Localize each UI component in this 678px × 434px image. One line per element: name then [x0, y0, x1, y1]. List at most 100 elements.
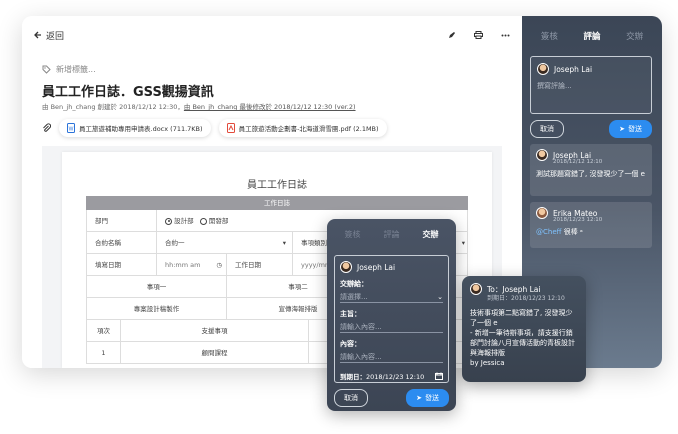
attachment-docx[interactable]: W 員工旅遊補助專用申請表.docx (711.7KB) [59, 119, 211, 137]
task-due: 到期日：2018/12/23 12:10 [487, 295, 565, 302]
due-value: 2018/12/23 12:10 [366, 373, 425, 381]
task-author: by Jessica [470, 359, 505, 367]
tab-assign[interactable]: 交辦 [423, 229, 439, 240]
comment-time: 2018/12/12 12:10 [553, 159, 603, 165]
form-title: 員工工作日誌 [247, 180, 307, 191]
task-detail: - 新增一筆待辦事項，請支援行銷部門討論八月宣傳活動的青板設計與海報排版 [470, 329, 575, 357]
cancel-button[interactable]: 取消 [530, 120, 564, 138]
popup-tabs: 簽核 評論 交辦 [327, 219, 456, 240]
send-icon: ➤ [619, 125, 625, 133]
stage: 返回 新增標籤... 員工工作日誌．GSS觀揚資訊 由 Ben_jh_chang… [0, 0, 678, 434]
attachment-name: 員工旅遊活動企劃書-北海道滑雪團.pdf (2.1MB) [238, 125, 379, 133]
content-input[interactable]: 請輸入內容... [340, 351, 443, 363]
send-button[interactable]: ➤ 發送 [609, 120, 652, 138]
assign-to-placeholder: 請選擇... [340, 292, 368, 301]
contract-label: 合約名稱 [87, 232, 157, 254]
avatar [536, 207, 548, 219]
print-icon[interactable] [474, 31, 483, 39]
comment-text: 很棒 ॰ [561, 228, 583, 236]
edit-icon[interactable] [448, 31, 456, 39]
form-section-bar: 工作日誌 [86, 196, 468, 210]
comment-body: @Cheff 很棒 ॰ [536, 227, 646, 237]
assign-to-select[interactable]: 請選擇... ⌄ [340, 291, 443, 303]
comment-item: Erika Mateo 2018/12/23 12:10 @Cheff 很棒 ॰ [530, 202, 652, 248]
seq-label: 項次 [87, 320, 121, 342]
subject-label: 主旨： [340, 310, 361, 318]
avatar [470, 283, 482, 295]
radio-selected-icon[interactable] [165, 217, 172, 225]
send-label: 發送 [628, 125, 642, 133]
radio-empty-icon[interactable] [199, 217, 207, 225]
avatar [536, 149, 548, 161]
task-notification[interactable]: To：Joseph Lai 到期日：2018/12/23 12:10 技術事項第… [462, 276, 586, 382]
task-body: 技術事項第二點寫錯了, 沒發現少了一個 e [470, 309, 573, 327]
dept-label: 部門 [87, 210, 157, 232]
send-label: 發送 [425, 394, 439, 402]
popup-actions: 取消 ➤ 發送 [334, 389, 449, 407]
tab-approve[interactable]: 簽核 [541, 30, 558, 42]
chevron-down-icon: ▾ [282, 239, 286, 247]
time-input[interactable]: hh:mm am ◷ [157, 254, 227, 276]
page-title: 員工工作日誌．GSS觀揚資訊 [42, 85, 214, 100]
back-button[interactable]: 返回 [34, 29, 64, 42]
due-label: 到期日： [340, 373, 366, 381]
content-label: 內容： [340, 340, 361, 348]
tab-comment[interactable]: 評論 [583, 30, 600, 42]
meta-modified-link[interactable]: 由 Ben_jh_chang 最後修改於 2018/12/12 12:30 (v… [184, 103, 356, 111]
due-date-field[interactable]: 到期日：2018/12/23 12:10 [340, 371, 443, 381]
sidebar-tabs: 簽核 評論 交辦 [522, 16, 662, 42]
item1-value: 專案設計稿製作 [87, 298, 227, 320]
comment-composer[interactable]: Joseph Lai 撰寫評論... [530, 56, 652, 114]
workdate-label: 工作日期 [227, 254, 293, 276]
paperclip-icon [42, 123, 51, 133]
attachment-pdf[interactable]: 員工旅遊活動企劃書-北海道滑雪團.pdf (2.1MB) [218, 119, 387, 137]
subject-placeholder: 請輸入內容... [340, 322, 382, 331]
chevron-down-icon: ▾ [461, 239, 465, 247]
mention-link[interactable]: @Cheff [536, 228, 561, 236]
attachments: W 員工旅遊補助專用申請表.docx (711.7KB) 員工旅遊活動企劃書-北… [42, 119, 387, 137]
clock-icon: ◷ [216, 261, 222, 269]
comment-time: 2018/12/23 12:10 [553, 217, 603, 223]
subject-input[interactable]: 請輸入內容... [340, 321, 443, 333]
tab-assign[interactable]: 交辦 [626, 30, 643, 42]
support-value: 顧問課程 [121, 342, 309, 364]
send-button[interactable]: ➤ 發送 [406, 389, 449, 407]
tab-approve[interactable]: 簽核 [345, 229, 361, 240]
assign-to-label: 交辦給： [340, 280, 368, 288]
calendar-icon[interactable] [435, 372, 443, 380]
time-value: hh:mm am [165, 261, 201, 269]
composer-actions: 取消 ➤ 發送 [530, 120, 652, 138]
seq-value: 1 [87, 342, 121, 364]
back-label: 返回 [46, 31, 65, 42]
toolbar: 返回 [34, 28, 510, 42]
assign-popup: 簽核 評論 交辦 Joseph Lai 交辦給： 請選擇... ⌄ 主旨： 請輸入… [327, 219, 456, 411]
dept-option-dev: 開發部 [208, 217, 229, 225]
item1-label: 事項一 [87, 276, 227, 298]
pdf-file-icon [226, 123, 235, 133]
date-label: 填寫日期 [87, 254, 157, 276]
svg-text:W: W [69, 127, 74, 133]
tag-icon [42, 65, 51, 74]
comment-body: 測試那題寫錯了, 沒發現少了一個 e [536, 170, 645, 178]
tab-comment[interactable]: 評論 [384, 229, 400, 240]
tag-placeholder: 新增標籤... [56, 65, 96, 74]
contract-select[interactable]: 合約一 ▾ [157, 232, 293, 254]
assign-user: Joseph Lai [340, 261, 443, 273]
avatar [537, 63, 549, 75]
meta-created: 由 Ben_jh_chang 創建於 2018/12/12 12:30， [42, 103, 184, 111]
tag-input[interactable]: 新增標籤... [42, 64, 96, 75]
more-icon[interactable] [501, 34, 510, 37]
comment-input[interactable]: 撰寫評論... [537, 81, 645, 91]
support-label: 支援事項 [121, 320, 309, 342]
assign-user-name: Joseph Lai [357, 262, 396, 272]
word-file-icon: W [67, 123, 75, 133]
chevron-down-icon: ⌄ [437, 292, 443, 301]
composer-user: Joseph Lai [537, 63, 645, 75]
attachment-name: 員工旅遊補助專用申請表.docx (711.7KB) [79, 125, 203, 133]
cancel-button[interactable]: 取消 [334, 389, 368, 407]
contract-value: 合約一 [165, 239, 185, 247]
dept-option-design: 設計部 [174, 217, 194, 225]
comment-item: Joseph Lai 2018/12/12 12:10 測試那題寫錯了, 沒發現… [530, 144, 652, 196]
avatar [340, 261, 352, 273]
doc-meta: 由 Ben_jh_chang 創建於 2018/12/12 12:30，由 Be… [42, 101, 356, 111]
